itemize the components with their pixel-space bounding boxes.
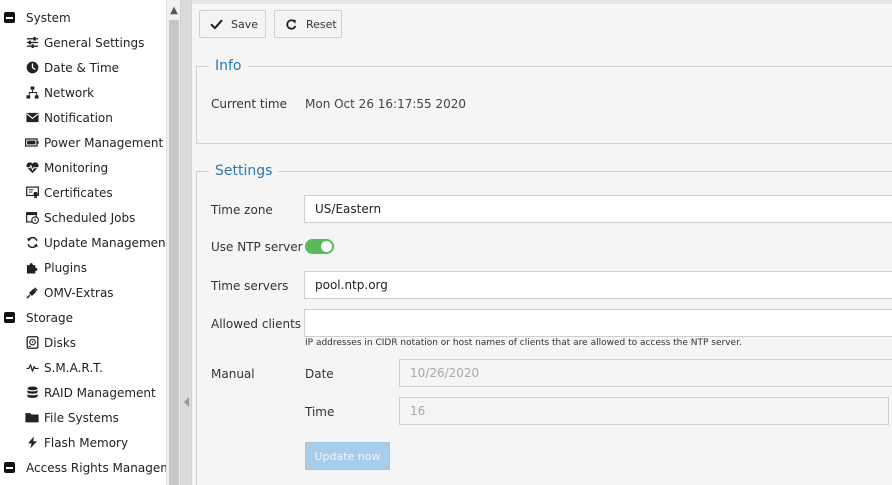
sidebar-item-label: Power Management	[44, 135, 164, 150]
top-strip	[192, 0, 892, 4]
sidebar-item-general-settings[interactable]: General Settings	[0, 30, 166, 55]
collapse-icon[interactable]	[4, 12, 15, 23]
collapse-icon[interactable]	[4, 312, 15, 323]
manual-label: Manual	[211, 367, 255, 381]
sidebar-item-label: Update Management	[44, 235, 166, 250]
sidebar-item-label: Access Rights Management	[26, 460, 166, 475]
sidebar-item-disks[interactable]: Disks	[0, 330, 166, 355]
sidebar-scrollbar[interactable]: ▲	[166, 0, 180, 485]
sidebar-item-scheduled-jobs[interactable]: Scheduled Jobs	[0, 205, 166, 230]
disk-icon	[25, 336, 39, 350]
heartbeat-icon	[25, 161, 39, 175]
timezone-select[interactable]	[304, 195, 892, 223]
current-time-value: Mon Oct 26 16:17:55 2020	[305, 97, 467, 111]
save-button[interactable]: Save	[199, 10, 266, 38]
reset-button[interactable]: Reset	[274, 10, 342, 38]
reset-label: Reset	[306, 17, 337, 31]
main-panel: Save Reset Info Current time Mon Oct 26 …	[192, 0, 892, 485]
timezone-label: Time zone	[211, 203, 273, 217]
network-icon	[25, 86, 39, 100]
settings-legend: Settings	[215, 163, 273, 179]
plug-icon	[25, 286, 39, 300]
sidebar-item-update-management[interactable]: Update Management	[0, 230, 166, 255]
sidebar-item-omv-extras[interactable]: OMV-Extras	[0, 280, 166, 305]
sidebar-item-certificates[interactable]: Certificates	[0, 180, 166, 205]
date-label: Date	[305, 367, 334, 381]
database-icon	[25, 386, 39, 400]
current-time-label: Current time	[211, 97, 287, 111]
sidebar-item-label: General Settings	[44, 35, 145, 50]
sidebar-item-label: Monitoring	[44, 160, 109, 175]
collapse-left-arrow-icon[interactable]	[184, 397, 189, 407]
ntp-label: Use NTP server	[211, 240, 303, 254]
sidebar-item-power-management[interactable]: Power Management	[0, 130, 166, 155]
pulse-icon	[25, 361, 39, 375]
sidebar-item-raid-management[interactable]: RAID Management	[0, 380, 166, 405]
info-panel: Info	[196, 58, 892, 144]
sidebar-item-label: File Systems	[44, 410, 119, 425]
sidebar-item-label: System	[26, 10, 71, 25]
refresh-icon	[25, 236, 39, 250]
sidebar-item-label: Notification	[44, 110, 113, 125]
sidebar-item-s-m-a-r-t[interactable]: S.M.A.R.T.	[0, 355, 166, 380]
sidebar-item-label: Certificates	[44, 185, 113, 200]
sidebar-item-label: Disks	[44, 335, 77, 350]
sidebar-item-monitoring[interactable]: Monitoring	[0, 155, 166, 180]
sidebar-group-system[interactable]: System	[0, 5, 166, 30]
sidebar-item-label: Storage	[26, 310, 73, 325]
sidebar-item-network[interactable]: Network	[0, 80, 166, 105]
sidebar-item-label: Scheduled Jobs	[44, 210, 136, 225]
folder-icon	[25, 411, 39, 425]
undo-icon	[285, 18, 298, 31]
panel-splitter[interactable]	[180, 0, 192, 485]
sidebar-item-plugins[interactable]: Plugins	[0, 255, 166, 280]
date-input	[399, 359, 892, 387]
sidebar-item-label: Plugins	[44, 260, 87, 275]
sidebar-item-flash-memory[interactable]: Flash Memory	[0, 430, 166, 455]
check-icon	[210, 18, 223, 31]
sidebar-group-access-rights-management[interactable]: Access Rights Management	[0, 455, 166, 480]
sidebar-group-storage[interactable]: Storage	[0, 305, 166, 330]
puzzle-icon	[25, 261, 39, 275]
allowed-clients-label: Allowed clients	[211, 317, 302, 331]
info-legend: Info	[215, 58, 242, 74]
allowed-clients-input[interactable]	[304, 309, 892, 337]
clock-icon	[25, 61, 39, 75]
sidebar-item-label: S.M.A.R.T.	[44, 360, 103, 375]
sidebar-item-label: OMV-Extras	[44, 285, 114, 300]
scroll-up-arrow-icon[interactable]: ▲	[167, 0, 181, 20]
time-label: Time	[305, 405, 335, 419]
certificate-icon	[25, 186, 39, 200]
sidebar-item-date-and-time[interactable]: Date & Time	[0, 55, 166, 80]
calendar-clock-icon	[25, 211, 39, 225]
update-now-button[interactable]: Update now	[305, 442, 390, 470]
sidebar-item-label: RAID Management	[44, 385, 156, 400]
sliders-icon	[25, 36, 39, 50]
sidebar-item-label: Network	[44, 85, 95, 100]
time-input	[399, 397, 889, 425]
sidebar-item-notification[interactable]: Notification	[0, 105, 166, 130]
ntp-toggle[interactable]	[305, 239, 334, 254]
collapse-icon[interactable]	[4, 462, 15, 473]
navigation-tree: System General Settings Date & Time Network…	[0, 0, 166, 485]
sidebar-item-file-systems[interactable]: File Systems	[0, 405, 166, 430]
time-servers-input[interactable]	[304, 271, 892, 299]
allowed-clients-hint: IP addresses in CIDR notation or host na…	[305, 338, 742, 348]
save-label: Save	[231, 17, 259, 31]
time-servers-label: Time servers	[211, 279, 289, 293]
flash-icon	[25, 436, 39, 450]
battery-icon	[25, 136, 39, 150]
sidebar-item-label: Date & Time	[44, 60, 120, 75]
toggle-knob	[321, 241, 332, 252]
scrollbar-thumb[interactable]	[169, 20, 179, 485]
sidebar-item-label: Flash Memory	[44, 435, 129, 450]
envelope-icon	[25, 111, 39, 125]
